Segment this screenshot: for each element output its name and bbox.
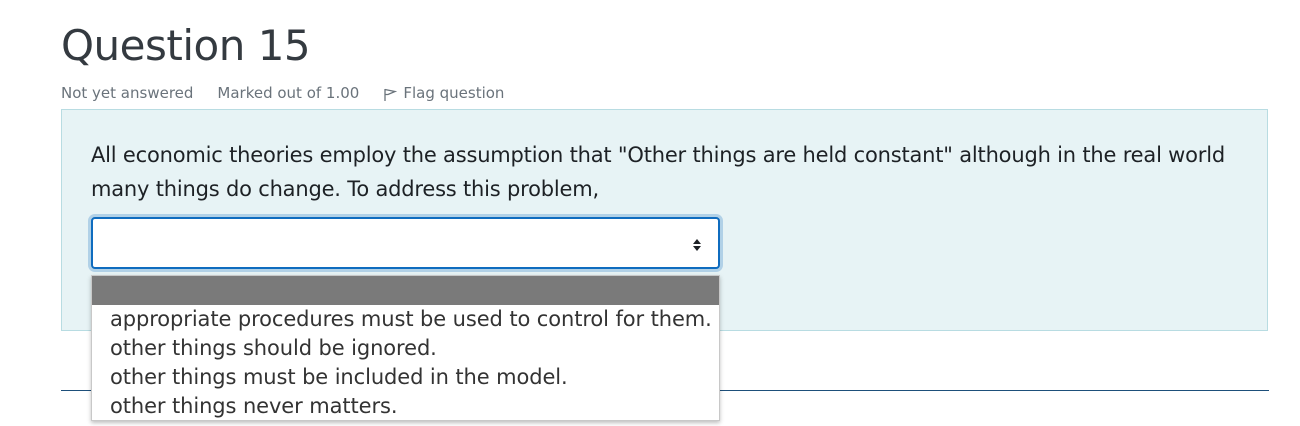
question-info: Not yet answered Marked out of 1.00 Flag… bbox=[61, 84, 504, 102]
question-status: Not yet answered bbox=[61, 84, 194, 102]
question-title: Question 15 bbox=[61, 21, 311, 70]
question-marks: Marked out of 1.00 bbox=[217, 84, 360, 102]
dropdown-option[interactable]: appropriate procedures must be used to c… bbox=[92, 305, 719, 334]
flag-icon bbox=[384, 88, 398, 101]
flag-question-link[interactable]: Flag question bbox=[383, 84, 504, 102]
dropdown-option-blank[interactable] bbox=[92, 276, 719, 305]
answer-dropdown-list: appropriate procedures must be used to c… bbox=[91, 275, 720, 421]
flag-question-label: Flag question bbox=[403, 84, 505, 102]
dropdown-option[interactable]: other things should be ignored. bbox=[92, 334, 719, 363]
answer-select[interactable] bbox=[91, 217, 720, 269]
dropdown-option[interactable]: other things never matters. bbox=[92, 392, 719, 421]
question-text: All economic theories employ the assumpt… bbox=[91, 143, 1226, 201]
sort-icon bbox=[693, 239, 701, 251]
dropdown-option[interactable]: other things must be included in the mod… bbox=[92, 363, 719, 392]
